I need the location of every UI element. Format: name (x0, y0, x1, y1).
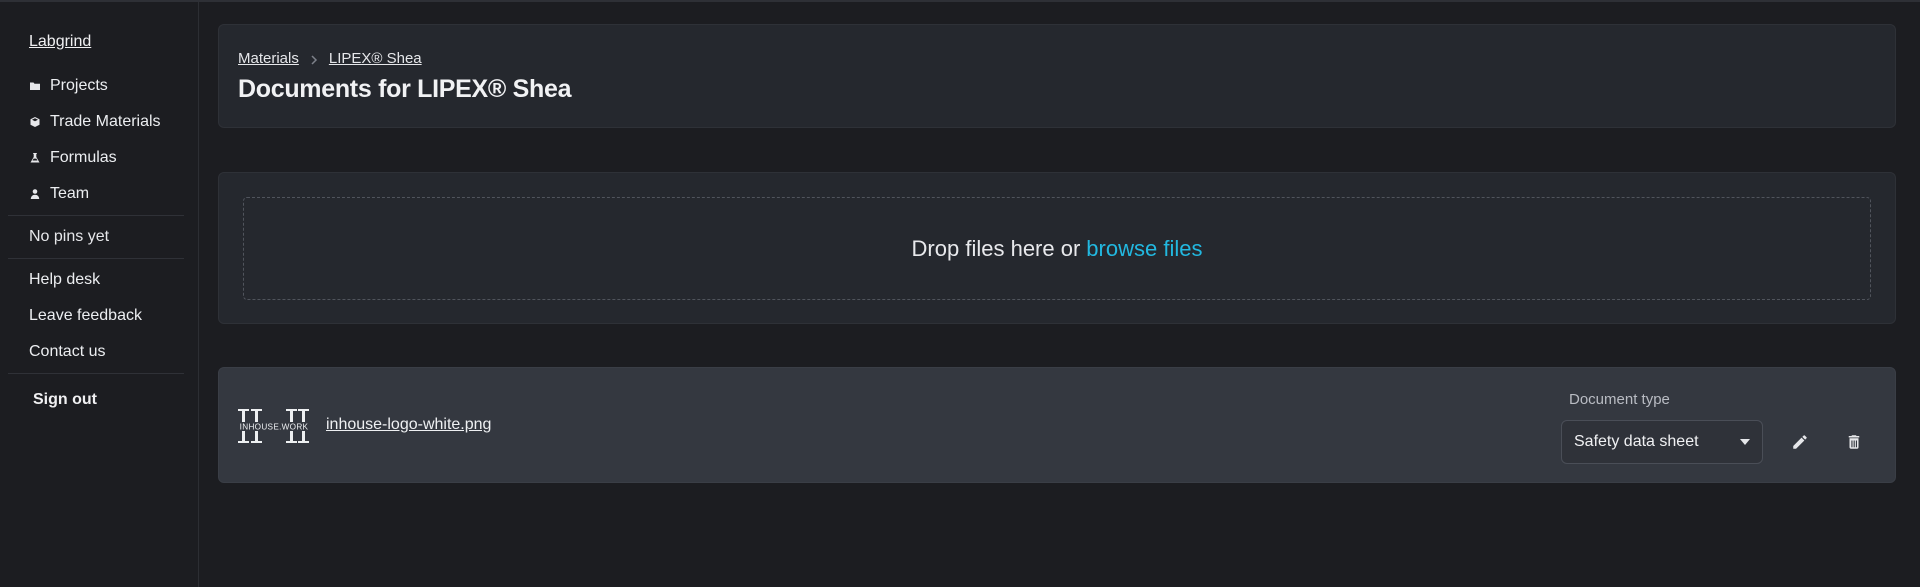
pins-empty-text: No pins yet (29, 228, 110, 245)
trash-icon (1848, 435, 1860, 449)
sidebar-divider (8, 373, 184, 374)
document-type-label: Document type (1569, 391, 1670, 408)
breadcrumb-materials[interactable]: Materials (238, 50, 299, 67)
svg-text:INHOUSE.WORK: INHOUSE.WORK (240, 423, 309, 432)
file-name-link[interactable]: inhouse-logo-white.png (326, 416, 491, 434)
brand-link[interactable]: Labgrind (29, 32, 198, 68)
sidebar-item-formulas[interactable]: Formulas (29, 140, 198, 176)
page-header: Materials LIPEX® Shea Documents for LIPE… (218, 24, 1896, 128)
delete-button[interactable] (1839, 427, 1869, 457)
sign-out-button[interactable]: Sign out (33, 380, 198, 420)
breadcrumb: Materials LIPEX® Shea (238, 50, 422, 67)
edit-button[interactable] (1785, 427, 1815, 457)
document-card: INHOUSE.WORK inhouse-logo-white.png Docu… (218, 367, 1896, 483)
browse-files-link[interactable]: browse files (1086, 236, 1202, 262)
page-title: Documents for LIPEX® Shea (238, 75, 572, 103)
sidebar-item-label: Projects (50, 77, 108, 94)
leave-feedback-link[interactable]: Leave feedback (29, 298, 198, 334)
sidebar-top: Labgrind Projects Trade Materials Formul… (0, 2, 198, 212)
chevron-right-icon (310, 54, 318, 65)
pencil-icon (1793, 435, 1807, 449)
flask-icon (29, 152, 41, 164)
sidebar-divider (8, 258, 184, 259)
document-type-select[interactable]: Safety data sheet (1561, 420, 1763, 464)
sidebar-item-label: Trade Materials (50, 113, 161, 130)
breadcrumb-material-name[interactable]: LIPEX® Shea (329, 50, 422, 67)
sidebar-divider (8, 215, 184, 216)
contact-us-link[interactable]: Contact us (29, 334, 198, 370)
help-desk-link[interactable]: Help desk (29, 262, 198, 298)
upload-panel: Drop files here or browse files (218, 172, 1896, 324)
cube-icon (29, 116, 41, 128)
sidebar-item-trade-materials[interactable]: Trade Materials (29, 104, 198, 140)
dropzone-prompt: Drop files here or (911, 235, 1081, 261)
sidebar-item-projects[interactable]: Projects (29, 68, 198, 104)
sidebar-item-label: Team (50, 185, 90, 202)
chevron-down-icon (1740, 439, 1750, 445)
file-thumbnail: INHOUSE.WORK (238, 409, 310, 443)
document-type-value: Safety data sheet (1574, 433, 1699, 450)
file-dropzone[interactable]: Drop files here or browse files (243, 197, 1871, 300)
sidebar-item-team[interactable]: Team (29, 176, 198, 212)
person-icon (29, 188, 41, 200)
folder-icon (29, 80, 41, 92)
sidebar-item-label: Formulas (50, 149, 117, 166)
sidebar: Labgrind Projects Trade Materials Formul… (0, 2, 199, 587)
